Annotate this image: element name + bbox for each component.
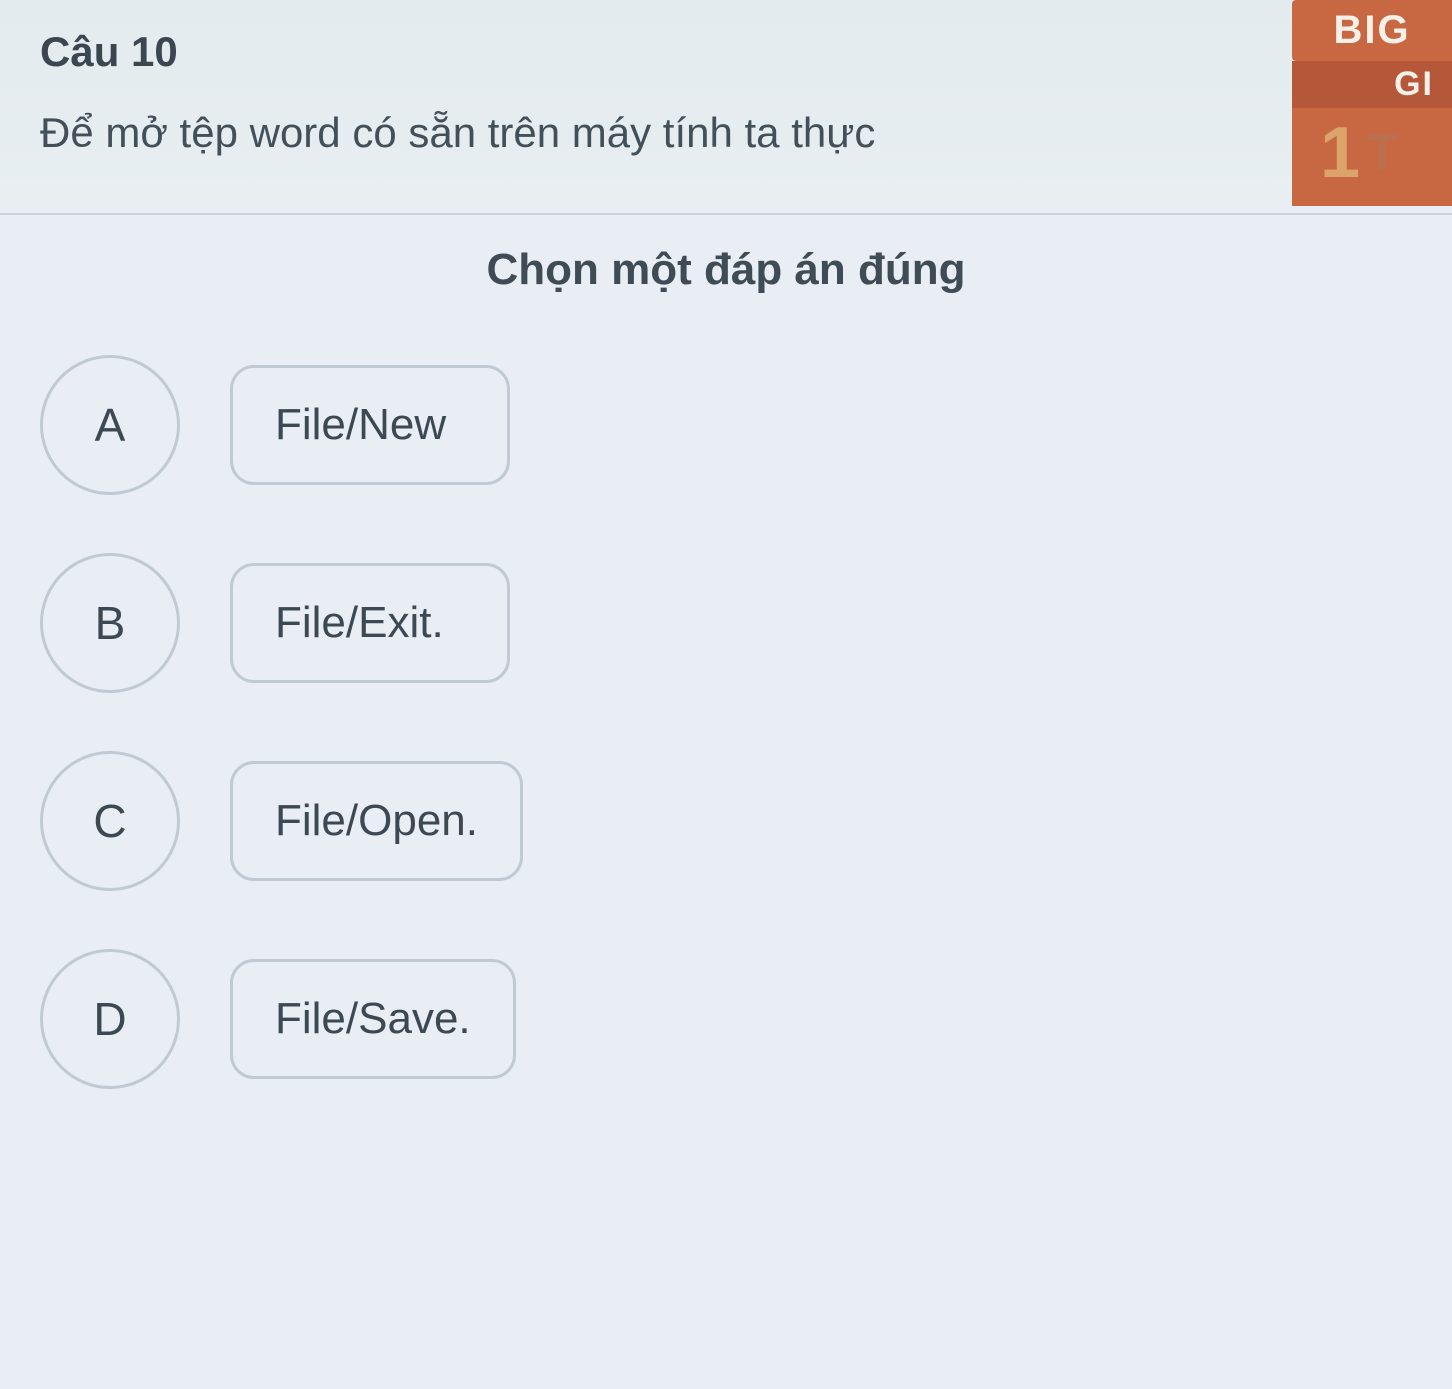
question-header: Câu 10 Để mở tệp word có sẵn trên máy tí… <box>0 0 1452 203</box>
options-container: A File/New B File/Exit. C File/Open. D F… <box>0 355 1452 1089</box>
badge-line1: BIG <box>1292 0 1452 61</box>
instruction-text: Chọn một đáp án đúng <box>0 215 1452 355</box>
option-text-d[interactable]: File/Save. <box>230 959 516 1079</box>
option-text-b[interactable]: File/Exit. <box>230 563 510 683</box>
option-letter-c[interactable]: C <box>40 751 180 891</box>
option-letter-a[interactable]: A <box>40 355 180 495</box>
option-row-c: C File/Open. <box>40 751 1412 891</box>
option-letter-d[interactable]: D <box>40 949 180 1089</box>
option-row-b: B File/Exit. <box>40 553 1412 693</box>
badge-line2: GI <box>1292 61 1452 108</box>
badge-number: 1 <box>1320 112 1360 194</box>
option-text-c[interactable]: File/Open. <box>230 761 523 881</box>
question-number: Câu 10 <box>40 28 1412 76</box>
option-letter-b[interactable]: B <box>40 553 180 693</box>
option-row-a: A File/New <box>40 355 1412 495</box>
question-text: Để mở tệp word có sẵn trên máy tính ta t… <box>40 104 1412 163</box>
promo-badge: BIG GI 1 T <box>1292 0 1452 200</box>
option-row-d: D File/Save. <box>40 949 1412 1089</box>
badge-suffix: T <box>1366 123 1398 183</box>
badge-bottom: 1 T <box>1292 108 1452 206</box>
option-text-a[interactable]: File/New <box>230 365 510 485</box>
